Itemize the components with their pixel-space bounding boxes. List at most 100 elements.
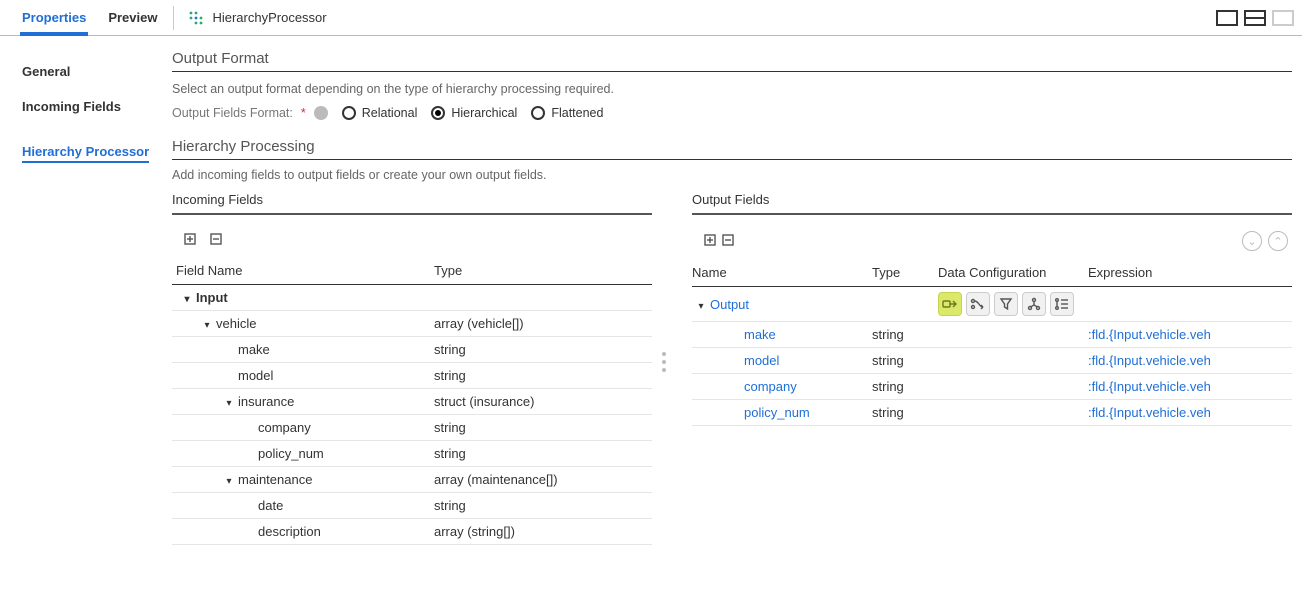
output-type: string — [872, 405, 938, 420]
incoming-tree: Inputvehiclearray (vehicle[])makestringm… — [172, 285, 652, 545]
field-name: model — [238, 368, 273, 383]
output-field-name[interactable]: Output — [710, 297, 749, 312]
join-icon[interactable] — [966, 292, 990, 316]
output-format-title: Output Format — [172, 50, 1292, 72]
field-name-cell: description — [176, 524, 434, 539]
tree-row[interactable]: Input — [172, 285, 652, 311]
output-format-helper: Select an output format depending on the… — [172, 82, 1292, 96]
expand-down-icon[interactable]: ⌄ — [1242, 231, 1262, 251]
field-name: policy_num — [258, 446, 324, 461]
field-type: string — [434, 446, 648, 461]
chevron-down-icon[interactable] — [202, 316, 212, 331]
tree-row[interactable]: insurancestruct (insurance) — [172, 389, 652, 415]
data-source-icon[interactable] — [938, 292, 962, 316]
output-header: Name Type Data Configuration Expression — [692, 259, 1292, 287]
output-name-cell: model — [692, 353, 872, 368]
field-name-cell: maintenance — [176, 472, 434, 487]
order-by-icon[interactable] — [1050, 292, 1074, 316]
field-name: description — [258, 524, 321, 539]
output-row[interactable]: model string :fld.{Input.vehicle.veh — [692, 348, 1292, 374]
field-name-cell: date — [176, 498, 434, 513]
top-bar: Properties Preview HierarchyProcessor — [0, 0, 1302, 36]
tree-row[interactable]: vehicle array (vehicle[]) — [172, 311, 652, 337]
layout-collapse-icon[interactable] — [1272, 10, 1294, 26]
processor-name: HierarchyProcessor — [212, 10, 326, 25]
nav-hierarchy-processor[interactable]: Hierarchy Processor — [22, 134, 149, 163]
output-field-name[interactable]: policy_num — [744, 405, 810, 420]
output-row[interactable]: Output — [692, 287, 1292, 322]
expression-link[interactable]: :fld.{Input.vehicle.veh — [1088, 327, 1292, 342]
tree-row[interactable]: descriptionarray (string[]) — [172, 519, 652, 545]
expand-all-icon[interactable] — [182, 231, 200, 249]
expression-link[interactable]: :fld.{Input.vehicle.veh — [1088, 353, 1292, 368]
expression-link[interactable]: :fld.{Input.vehicle.veh — [1088, 405, 1292, 420]
radio-hierarchical[interactable]: Hierarchical — [431, 106, 517, 120]
collapse-all-icon[interactable] — [720, 232, 738, 250]
field-type: string — [434, 342, 648, 357]
radio-flattened[interactable]: Flattened — [531, 106, 603, 120]
data-configuration-cell — [938, 292, 1088, 316]
group-by-icon[interactable] — [1022, 292, 1046, 316]
field-type: string — [434, 368, 648, 383]
col-type: Type — [434, 263, 648, 278]
field-type: array (vehicle[]) — [434, 316, 648, 331]
output-row[interactable]: makestring:fld.{Input.vehicle.veh — [692, 322, 1292, 348]
field-name-cell: policy_num — [176, 446, 434, 461]
tab-properties[interactable]: Properties — [20, 0, 88, 35]
field-type: struct (insurance) — [434, 394, 648, 409]
tree-row[interactable]: policy_num string — [172, 441, 652, 467]
incoming-title: Incoming Fields — [172, 192, 652, 215]
radio-relational[interactable]: Relational — [342, 106, 418, 120]
tree-row[interactable]: datestring — [172, 493, 652, 519]
field-name-cell: make — [176, 342, 434, 357]
chevron-down-icon[interactable] — [182, 290, 192, 305]
nav-incoming-fields[interactable]: Incoming Fields — [22, 89, 158, 124]
tree-row[interactable]: maintenancearray (maintenance[]) — [172, 467, 652, 493]
collapse-up-icon[interactable]: ⌃ — [1268, 231, 1288, 251]
output-name-cell: policy_num — [692, 405, 872, 420]
output-title: Output Fields — [692, 192, 1292, 215]
tab-preview[interactable]: Preview — [106, 0, 159, 35]
tree-row[interactable]: make string — [172, 337, 652, 363]
radio-icon — [431, 106, 445, 120]
output-field-name[interactable]: company — [744, 379, 797, 394]
main-tabs: Properties Preview — [20, 0, 159, 35]
radio-label: Relational — [362, 106, 418, 120]
output-field-name[interactable]: make — [744, 327, 776, 342]
filter-icon[interactable] — [994, 292, 1018, 316]
output-toolbar: ⌄ ⌃ — [692, 229, 1292, 259]
collapse-all-icon[interactable] — [208, 231, 226, 249]
tree-row[interactable]: companystring — [172, 415, 652, 441]
radio-icon — [531, 106, 545, 120]
help-icon[interactable] — [314, 106, 328, 120]
expand-all-icon[interactable] — [702, 232, 720, 250]
radio-icon — [342, 106, 356, 120]
tree-row[interactable]: model string — [172, 363, 652, 389]
field-name-cell: Input — [176, 290, 434, 305]
col-expression: Expression — [1088, 265, 1292, 280]
output-row[interactable]: company string :fld.{Input.vehicle.veh — [692, 374, 1292, 400]
layout-split-icon[interactable] — [1244, 10, 1266, 26]
layout-single-icon[interactable] — [1216, 10, 1238, 26]
output-field-name[interactable]: model — [744, 353, 779, 368]
output-type: string — [872, 379, 938, 394]
output-name-cell: Output — [692, 297, 872, 312]
nav-general[interactable]: General — [22, 54, 158, 89]
expression-link[interactable]: :fld.{Input.vehicle.veh — [1088, 379, 1292, 394]
output-type: string — [872, 353, 938, 368]
field-name: vehicle — [216, 316, 256, 331]
output-tree: Outputmakestring:fld.{Input.vehicle.vehm… — [692, 287, 1292, 426]
output-panel: Output Fields ⌄ ⌃ Name Type — [692, 192, 1292, 545]
field-name: make — [238, 342, 270, 357]
hierarchy-processor-icon — [188, 10, 204, 26]
chevron-down-icon[interactable] — [696, 297, 706, 312]
field-name: Input — [196, 290, 228, 305]
field-name-cell: model — [176, 368, 434, 383]
chevron-down-icon[interactable] — [224, 472, 234, 487]
output-format-label: Output Fields Format: — [172, 106, 293, 120]
chevron-down-icon[interactable] — [224, 394, 234, 409]
output-row[interactable]: policy_num string :fld.{Input.vehicle.veh — [692, 400, 1292, 426]
incoming-header: Field Name Type — [172, 257, 652, 285]
drag-handle-icon[interactable] — [662, 352, 666, 372]
incoming-panel: Incoming Fields Field Name Type Input veh… — [172, 192, 652, 545]
